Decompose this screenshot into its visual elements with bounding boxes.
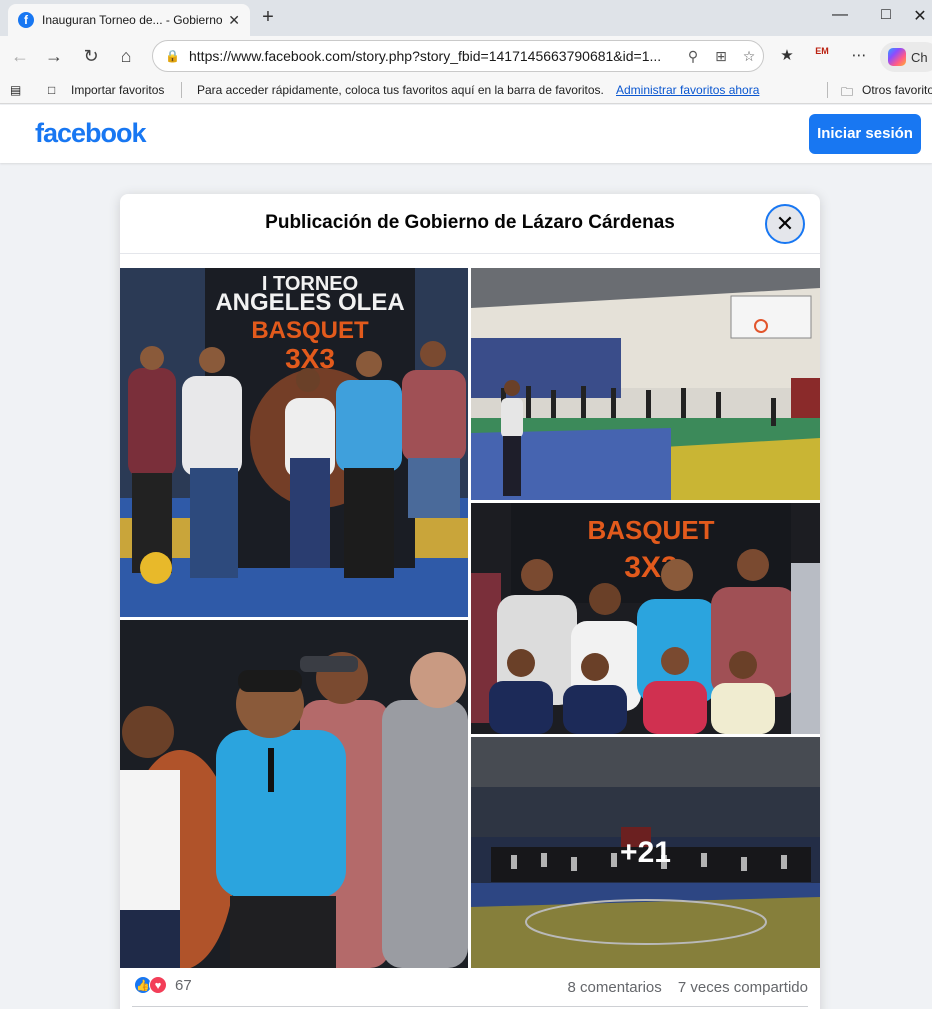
forward-arrow-icon[interactable]: → [42, 44, 66, 68]
import-favorites-link[interactable]: Importar favoritos [71, 83, 164, 97]
copilot-label: Ch [911, 49, 928, 65]
back-arrow-icon[interactable]: ← [8, 44, 32, 68]
lock-icon[interactable]: 🔒 [165, 49, 180, 63]
divider [132, 1006, 808, 1007]
svg-text:ANGELES OLEA: ANGELES OLEA [215, 289, 404, 316]
address-toolbar: ← → ↻ ⌂ 🔒 https://www.facebook.com/story… [0, 36, 932, 76]
maximize-icon[interactable]: □ [876, 6, 896, 24]
shares-count[interactable]: 7 veces compartido [678, 979, 808, 996]
tab-close-icon[interactable]: ✕ [228, 12, 240, 29]
photo-3[interactable] [120, 620, 468, 968]
modal-title: Publicación de Gobierno de Lázaro Cárden… [265, 212, 675, 233]
facebook-header: facebook Iniciar sesión [0, 105, 932, 163]
reading-view-icon[interactable]: ▤ [10, 83, 21, 97]
svg-text:BASQUET: BASQUET [587, 515, 714, 545]
home-icon[interactable]: ⌂ [114, 44, 138, 68]
browser-tab-bar: f Inauguran Torneo de... - Gobierno ✕ + … [0, 0, 932, 36]
more-photos-overlay[interactable]: +21 [471, 737, 820, 968]
engagement-counts: 8 comentarios 7 veces compartido [568, 979, 808, 996]
photo-4[interactable]: BASQUET 3X3 [471, 503, 820, 734]
close-modal-button[interactable]: ✕ [765, 204, 805, 244]
favorites-hint: Para acceder rápidamente, coloca tus fav… [197, 83, 604, 97]
refresh-icon[interactable]: ↻ [79, 44, 103, 68]
facebook-favicon-icon: f [18, 12, 34, 28]
reactions-summary[interactable]: 👍 ♥ 67 [134, 976, 192, 994]
minimize-icon[interactable]: — [830, 6, 850, 24]
tab-title: Inauguran Torneo de... - Gobierno [42, 13, 223, 27]
url-field[interactable]: 🔒 https://www.facebook.com/story.php?sto… [152, 40, 764, 72]
copilot-icon [888, 48, 906, 66]
folder-icon: 🗀 [841, 85, 854, 99]
post-modal: Publicación de Gobierno de Lázaro Cárden… [120, 194, 820, 1009]
facebook-logo[interactable]: facebook [35, 118, 147, 149]
reaction-count: 67 [175, 976, 192, 994]
comments-count[interactable]: 8 comentarios [568, 979, 662, 996]
key-icon[interactable]: ⚲ [679, 48, 707, 65]
window-close-icon[interactable]: ✕ [910, 6, 930, 26]
other-favorites[interactable]: Otros favorito [862, 83, 932, 97]
new-tab-button[interactable]: + [258, 6, 278, 29]
photo-1[interactable]: I TORNEO ANGELES OLEA BASQUET 3X3 [120, 268, 468, 617]
love-reaction-icon: ♥ [149, 976, 167, 994]
url-text: https://www.facebook.com/story.php?story… [189, 48, 662, 64]
photo-5[interactable]: +21 [471, 737, 820, 968]
photo-2[interactable] [471, 268, 820, 500]
manage-favorites-link[interactable]: Administrar favoritos ahora [616, 83, 759, 97]
login-button[interactable]: Iniciar sesión [809, 114, 921, 154]
app-available-icon[interactable]: ⊞ [707, 48, 735, 65]
favorites-icon[interactable]: ★ [776, 46, 798, 64]
browser-tab[interactable]: f Inauguran Torneo de... - Gobierno ✕ [8, 4, 250, 36]
import-favorites-icon[interactable]: □ [48, 83, 55, 97]
favorite-star-icon[interactable]: ☆ [735, 48, 763, 65]
extension-icon[interactable]: EM [810, 46, 834, 66]
svg-text:BASQUET: BASQUET [251, 317, 369, 344]
copilot-button[interactable]: Ch [880, 42, 932, 72]
modal-header: Publicación de Gobierno de Lázaro Cárden… [120, 194, 820, 254]
favorites-bar: ▤ □ Importar favoritos Para acceder rápi… [0, 76, 932, 104]
more-options-icon[interactable]: ⋯ [848, 46, 870, 64]
